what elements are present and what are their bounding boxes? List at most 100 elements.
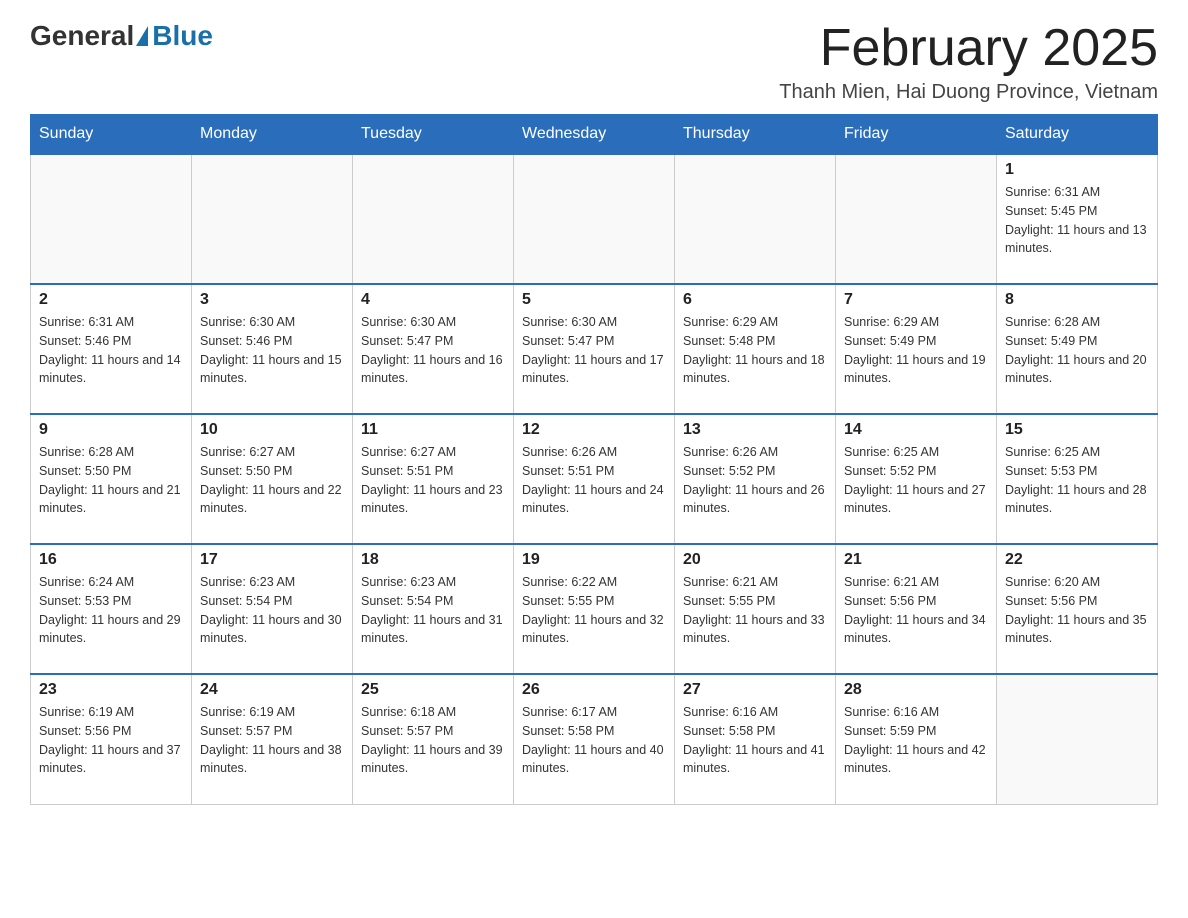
header-tuesday: Tuesday [353, 115, 514, 155]
day-number: 15 [1005, 421, 1149, 439]
day-number: 13 [683, 421, 827, 439]
day-info: Sunrise: 6:23 AM Sunset: 5:54 PM Dayligh… [200, 573, 344, 648]
table-row [514, 154, 675, 284]
day-info: Sunrise: 6:26 AM Sunset: 5:51 PM Dayligh… [522, 443, 666, 518]
header-saturday: Saturday [997, 115, 1158, 155]
day-info: Sunrise: 6:24 AM Sunset: 5:53 PM Dayligh… [39, 573, 183, 648]
header-sunday: Sunday [31, 115, 192, 155]
month-title: February 2025 [779, 20, 1158, 77]
weekday-header-row: Sunday Monday Tuesday Wednesday Thursday… [31, 115, 1158, 155]
table-row: 14 Sunrise: 6:25 AM Sunset: 5:52 PM Dayli… [836, 414, 997, 544]
day-number: 7 [844, 291, 988, 309]
day-number: 16 [39, 551, 183, 569]
day-number: 11 [361, 421, 505, 439]
title-section: February 2025 Thanh Mien, Hai Duong Prov… [779, 20, 1158, 104]
table-row: 1Sunrise: 6:31 AM Sunset: 5:45 PM Daylig… [997, 154, 1158, 284]
table-row: 2 Sunrise: 6:31 AM Sunset: 5:46 PM Daylig… [31, 284, 192, 414]
day-info: Sunrise: 6:22 AM Sunset: 5:55 PM Dayligh… [522, 573, 666, 648]
location-subtitle: Thanh Mien, Hai Duong Province, Vietnam [779, 81, 1158, 104]
day-number: 9 [39, 421, 183, 439]
table-row: 22 Sunrise: 6:20 AM Sunset: 5:56 PM Dayli… [997, 544, 1158, 674]
logo: General Blue [30, 20, 213, 52]
day-number: 17 [200, 551, 344, 569]
header-wednesday: Wednesday [514, 115, 675, 155]
day-info: Sunrise: 6:30 AM Sunset: 5:46 PM Dayligh… [200, 313, 344, 388]
calendar-week-1: 1Sunrise: 6:31 AM Sunset: 5:45 PM Daylig… [31, 154, 1158, 284]
table-row: 19 Sunrise: 6:22 AM Sunset: 5:55 PM Dayli… [514, 544, 675, 674]
calendar-week-4: 16 Sunrise: 6:24 AM Sunset: 5:53 PM Dayli… [31, 544, 1158, 674]
day-number: 10 [200, 421, 344, 439]
day-info: Sunrise: 6:25 AM Sunset: 5:52 PM Dayligh… [844, 443, 988, 518]
day-number: 2 [39, 291, 183, 309]
table-row: 27Sunrise: 6:16 AM Sunset: 5:58 PM Dayli… [675, 674, 836, 804]
day-number: 26 [522, 681, 666, 699]
table-row: 26Sunrise: 6:17 AM Sunset: 5:58 PM Dayli… [514, 674, 675, 804]
page-header: General Blue February 2025 Thanh Mien, H… [30, 20, 1158, 104]
table-row: 13 Sunrise: 6:26 AM Sunset: 5:52 PM Dayli… [675, 414, 836, 544]
table-row [997, 674, 1158, 804]
table-row: 10 Sunrise: 6:27 AM Sunset: 5:50 PM Dayli… [192, 414, 353, 544]
header-thursday: Thursday [675, 115, 836, 155]
day-info: Sunrise: 6:18 AM Sunset: 5:57 PM Dayligh… [361, 703, 505, 778]
day-info: Sunrise: 6:30 AM Sunset: 5:47 PM Dayligh… [361, 313, 505, 388]
table-row: 15 Sunrise: 6:25 AM Sunset: 5:53 PM Dayli… [997, 414, 1158, 544]
day-info: Sunrise: 6:27 AM Sunset: 5:51 PM Dayligh… [361, 443, 505, 518]
day-info: Sunrise: 6:16 AM Sunset: 5:59 PM Dayligh… [844, 703, 988, 778]
day-info: Sunrise: 6:19 AM Sunset: 5:56 PM Dayligh… [39, 703, 183, 778]
day-info: Sunrise: 6:21 AM Sunset: 5:55 PM Dayligh… [683, 573, 827, 648]
day-info: Sunrise: 6:29 AM Sunset: 5:48 PM Dayligh… [683, 313, 827, 388]
header-monday: Monday [192, 115, 353, 155]
logo-general-text: General [30, 20, 134, 52]
day-info: Sunrise: 6:31 AM Sunset: 5:45 PM Dayligh… [1005, 183, 1149, 258]
day-number: 8 [1005, 291, 1149, 309]
table-row: 17 Sunrise: 6:23 AM Sunset: 5:54 PM Dayli… [192, 544, 353, 674]
day-number: 24 [200, 681, 344, 699]
day-info: Sunrise: 6:27 AM Sunset: 5:50 PM Dayligh… [200, 443, 344, 518]
day-info: Sunrise: 6:23 AM Sunset: 5:54 PM Dayligh… [361, 573, 505, 648]
table-row [836, 154, 997, 284]
day-number: 6 [683, 291, 827, 309]
day-info: Sunrise: 6:26 AM Sunset: 5:52 PM Dayligh… [683, 443, 827, 518]
day-info: Sunrise: 6:25 AM Sunset: 5:53 PM Dayligh… [1005, 443, 1149, 518]
table-row [31, 154, 192, 284]
table-row: 4 Sunrise: 6:30 AM Sunset: 5:47 PM Daylig… [353, 284, 514, 414]
day-info: Sunrise: 6:31 AM Sunset: 5:46 PM Dayligh… [39, 313, 183, 388]
calendar-table: Sunday Monday Tuesday Wednesday Thursday… [30, 114, 1158, 805]
table-row: 6 Sunrise: 6:29 AM Sunset: 5:48 PM Daylig… [675, 284, 836, 414]
table-row: 25 Sunrise: 6:18 AM Sunset: 5:57 PM Dayli… [353, 674, 514, 804]
day-number: 23 [39, 681, 183, 699]
table-row: 28 Sunrise: 6:16 AM Sunset: 5:59 PM Dayli… [836, 674, 997, 804]
day-number: 19 [522, 551, 666, 569]
table-row: 3Sunrise: 6:30 AM Sunset: 5:46 PM Daylig… [192, 284, 353, 414]
table-row: 12Sunrise: 6:26 AM Sunset: 5:51 PM Dayli… [514, 414, 675, 544]
table-row: 8 Sunrise: 6:28 AM Sunset: 5:49 PM Daylig… [997, 284, 1158, 414]
table-row [353, 154, 514, 284]
day-info: Sunrise: 6:16 AM Sunset: 5:58 PM Dayligh… [683, 703, 827, 778]
table-row [192, 154, 353, 284]
table-row: 11 Sunrise: 6:27 AM Sunset: 5:51 PM Dayli… [353, 414, 514, 544]
calendar-week-2: 2 Sunrise: 6:31 AM Sunset: 5:46 PM Daylig… [31, 284, 1158, 414]
day-number: 25 [361, 681, 505, 699]
day-info: Sunrise: 6:19 AM Sunset: 5:57 PM Dayligh… [200, 703, 344, 778]
day-info: Sunrise: 6:30 AM Sunset: 5:47 PM Dayligh… [522, 313, 666, 388]
table-row: 21Sunrise: 6:21 AM Sunset: 5:56 PM Dayli… [836, 544, 997, 674]
table-row: 24 Sunrise: 6:19 AM Sunset: 5:57 PM Dayli… [192, 674, 353, 804]
table-row: 16 Sunrise: 6:24 AM Sunset: 5:53 PM Dayli… [31, 544, 192, 674]
table-row: 9Sunrise: 6:28 AM Sunset: 5:50 PM Daylig… [31, 414, 192, 544]
calendar-week-3: 9Sunrise: 6:28 AM Sunset: 5:50 PM Daylig… [31, 414, 1158, 544]
calendar-week-5: 23 Sunrise: 6:19 AM Sunset: 5:56 PM Dayli… [31, 674, 1158, 804]
day-number: 20 [683, 551, 827, 569]
table-row: 23 Sunrise: 6:19 AM Sunset: 5:56 PM Dayli… [31, 674, 192, 804]
day-info: Sunrise: 6:20 AM Sunset: 5:56 PM Dayligh… [1005, 573, 1149, 648]
day-number: 21 [844, 551, 988, 569]
day-number: 4 [361, 291, 505, 309]
table-row [675, 154, 836, 284]
logo-blue-text: Blue [152, 20, 213, 52]
logo-triangle-icon [136, 26, 148, 46]
day-number: 28 [844, 681, 988, 699]
day-number: 22 [1005, 551, 1149, 569]
day-number: 14 [844, 421, 988, 439]
table-row: 5Sunrise: 6:30 AM Sunset: 5:47 PM Daylig… [514, 284, 675, 414]
header-friday: Friday [836, 115, 997, 155]
day-info: Sunrise: 6:28 AM Sunset: 5:49 PM Dayligh… [1005, 313, 1149, 388]
